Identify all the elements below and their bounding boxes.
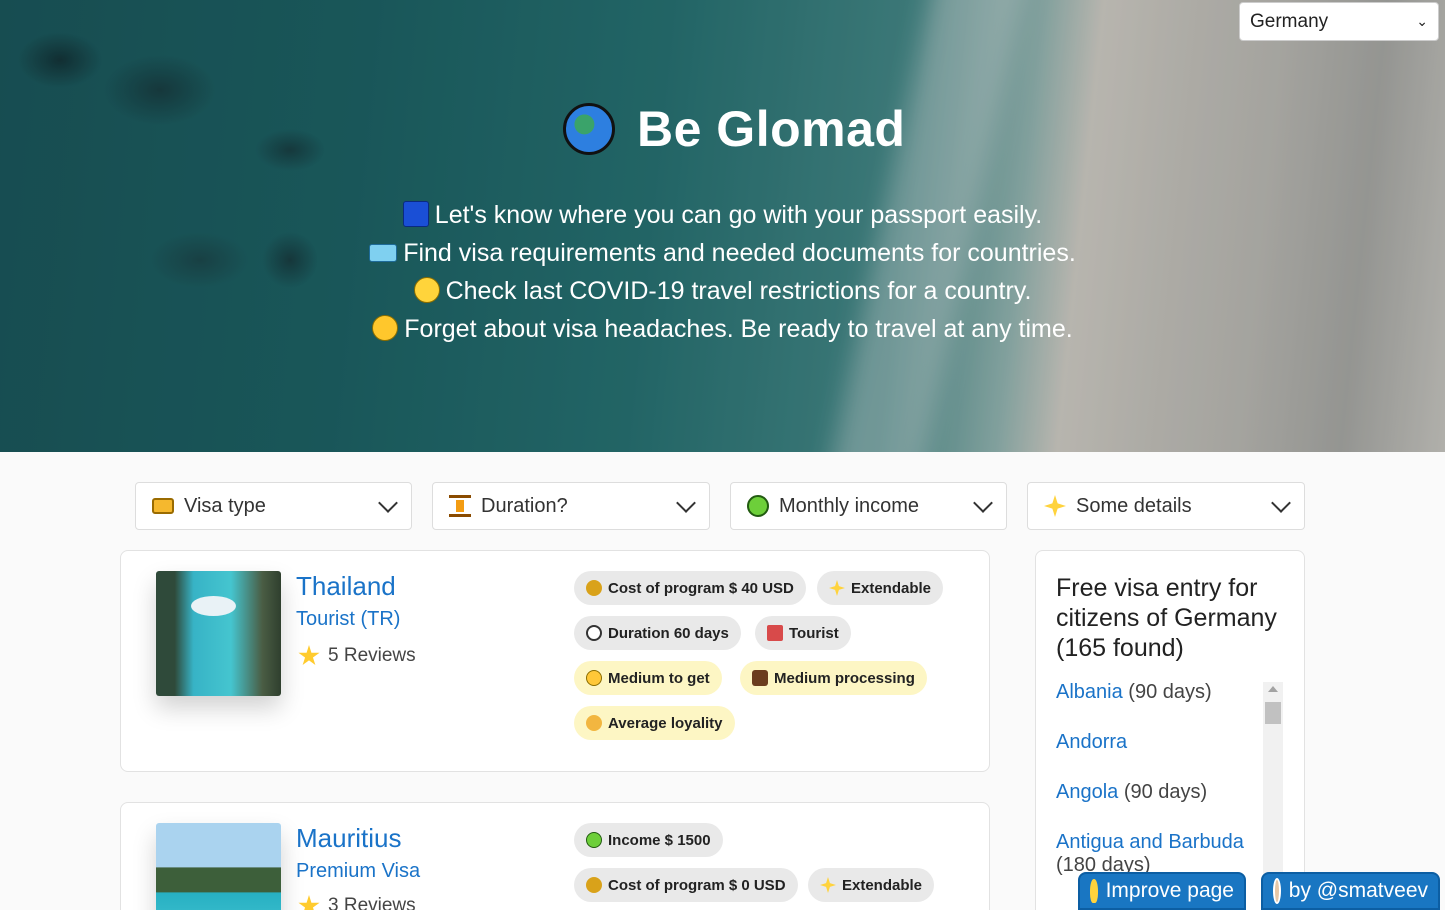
country-select[interactable]: Germany ⌄ <box>1239 2 1439 41</box>
light-bulb-icon <box>1090 879 1098 903</box>
hero-line: Find visa requirements and needed docume… <box>0 234 1445 272</box>
filter-monthly-income[interactable]: Monthly income <box>730 482 1007 530</box>
tag-duration: Duration 60 days <box>574 616 741 650</box>
tag-processing: Medium processing <box>740 661 927 695</box>
scroll-up-arrow-icon[interactable] <box>1268 686 1278 692</box>
filter-label: Monthly income <box>779 494 920 517</box>
country-link[interactable]: Antigua and Barbuda <box>1056 831 1244 853</box>
filter-label: Duration? <box>481 494 568 517</box>
sparkles-icon <box>829 580 845 596</box>
credit-card-icon <box>152 498 174 514</box>
stay-duration: (90 days) <box>1128 681 1212 703</box>
tag-visa-category: Tourist <box>755 616 851 650</box>
sparkles-icon <box>820 877 836 893</box>
country-link[interactable]: Angola <box>1056 781 1118 803</box>
hero-banner: Be Glomad Let's know where you can go wi… <box>0 0 1445 452</box>
reviews[interactable]: 3 Reviews <box>298 895 416 910</box>
brand: Be Glomad <box>563 100 905 158</box>
passport-control-icon <box>402 201 429 227</box>
mask-face-icon <box>413 277 440 303</box>
list-item: Andorra <box>1056 731 1262 781</box>
hero-line: Let's know where you can go with your pa… <box>0 196 1445 234</box>
author-label: by @smatveev <box>1288 879 1428 902</box>
hero-line: Forget about visa headaches. Be ready to… <box>0 310 1445 348</box>
country-name-link[interactable]: Thailand <box>296 571 396 602</box>
chevron-down-icon: ⌄ <box>1416 13 1428 29</box>
hourglass-icon <box>449 495 471 517</box>
star-icon <box>298 645 320 666</box>
money-face-icon <box>586 832 602 848</box>
filter-label: Visa type <box>184 494 266 517</box>
money-bag-icon <box>586 580 602 596</box>
neutral-face-icon <box>586 670 602 686</box>
visa-type-link[interactable]: Tourist (TR) <box>296 608 400 631</box>
sunglasses-face-icon <box>372 315 399 341</box>
country-name-link[interactable]: Mauritius <box>296 823 401 854</box>
country-link[interactable]: Albania <box>1056 681 1123 703</box>
tag-extendable: Extendable <box>808 868 935 902</box>
scrollbar-thumb[interactable] <box>1265 702 1281 724</box>
list-item: Albania (90 days) <box>1056 681 1262 731</box>
country-photo <box>156 823 281 910</box>
author-button[interactable]: by @smatveev <box>1261 872 1440 910</box>
free-entry-panel: Free visa entry for citizens of Germany … <box>1035 550 1305 910</box>
tag-cost: Cost of program $ 40 USD <box>574 571 806 605</box>
filter-visa-type[interactable]: Visa type <box>135 482 412 530</box>
reviews[interactable]: 5 Reviews <box>298 645 416 667</box>
money-face-icon <box>747 495 769 517</box>
reviews-count: 3 Reviews <box>328 895 416 910</box>
chevron-down-icon <box>1271 493 1291 513</box>
tag-income: Income $ 1500 <box>574 823 723 857</box>
boot-icon <box>752 670 768 686</box>
chevron-down-icon <box>973 493 993 513</box>
star-icon <box>298 895 320 910</box>
avatar <box>1273 878 1281 904</box>
globe-icon <box>563 103 615 155</box>
improve-page-button[interactable]: Improve page <box>1078 872 1246 910</box>
filter-some-details[interactable]: Some details <box>1027 482 1305 530</box>
list-item: Angola (90 days) <box>1056 781 1262 831</box>
visa-type-link[interactable]: Premium Visa <box>296 860 420 883</box>
hero-line: Check last COVID-19 travel restrictions … <box>0 272 1445 310</box>
country-select-value: Germany <box>1250 10 1329 32</box>
clock-icon <box>586 625 602 641</box>
ticket-icon <box>369 244 398 262</box>
hero-lines: Let's know where you can go with your pa… <box>0 196 1445 348</box>
visa-card[interactable]: Mauritius Premium Visa 3 Reviews Income … <box>120 802 990 910</box>
tag-difficulty: Medium to get <box>574 661 722 695</box>
sparkles-icon <box>1044 495 1066 517</box>
panel-title: Free visa entry for citizens of Germany … <box>1056 574 1277 662</box>
money-bag-icon <box>586 877 602 893</box>
tag-loyalty: Average loyality <box>574 706 735 740</box>
reviews-count: 5 Reviews <box>328 645 416 666</box>
flag-icon <box>767 625 783 641</box>
site-title: Be Glomad <box>637 101 906 157</box>
filter-label: Some details <box>1076 494 1192 517</box>
country-link[interactable]: Andorra <box>1056 731 1127 753</box>
filter-duration[interactable]: Duration? <box>432 482 710 530</box>
visa-card[interactable]: Thailand Tourist (TR) 5 Reviews Cost of … <box>120 550 990 772</box>
chevron-down-icon <box>378 493 398 513</box>
ok-hand-icon <box>586 715 602 731</box>
improve-page-label: Improve page <box>1105 879 1234 902</box>
stay-duration: (90 days) <box>1123 781 1208 803</box>
chevron-down-icon <box>676 493 696 513</box>
tag-extendable: Extendable <box>817 571 944 605</box>
country-photo <box>156 571 281 696</box>
tag-cost: Cost of program $ 0 USD <box>574 868 798 902</box>
free-entry-list[interactable]: Albania (90 days) Andorra Angola (90 day… <box>1056 681 1262 881</box>
